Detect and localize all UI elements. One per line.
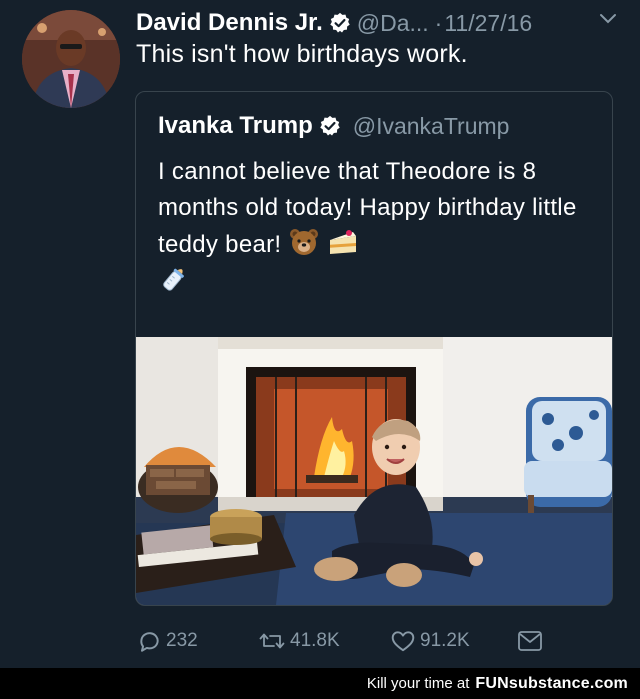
- tweet-date[interactable]: 11/27/16: [444, 10, 532, 37]
- bear-face-emoji-icon: [288, 226, 320, 258]
- quoted-author-handle: @IvankaTrump: [352, 112, 510, 139]
- verified-badge-icon: [329, 12, 351, 34]
- quoted-tweet[interactable]: Ivanka Trump @IvankaTrump I cannot belie…: [135, 91, 613, 606]
- retweet-icon: [259, 633, 285, 649]
- quoted-tweet-photo[interactable]: [136, 337, 612, 605]
- like-button[interactable]: 91.2K: [390, 628, 516, 654]
- reply-icon: [140, 632, 159, 652]
- tweet-actions: 232 41.8K 91.2K: [136, 624, 550, 658]
- tweet-header: David Dennis Jr. @Da... · 11/27/16: [136, 6, 630, 40]
- author-avatar[interactable]: [22, 10, 120, 108]
- fireplace-photo-image: [136, 337, 612, 605]
- quoted-tweet-text: I cannot believe that Theodore is 8 mont…: [158, 154, 598, 300]
- reply-button[interactable]: 232: [136, 628, 258, 654]
- watermark-footer: Kill your time at FUNsubstance.com: [0, 668, 640, 699]
- avatar-image: [22, 10, 120, 108]
- reply-count: 232: [166, 630, 198, 651]
- verified-badge-icon: [319, 115, 341, 137]
- quoted-tweet-header: Ivanka Trump @IvankaTrump: [158, 112, 509, 140]
- quoted-author-name: Ivanka Trump: [158, 112, 313, 139]
- author-name[interactable]: David Dennis Jr.: [136, 9, 323, 37]
- baby-bottle-emoji-icon: [158, 263, 190, 295]
- retweet-button[interactable]: 41.8K: [258, 628, 390, 654]
- quoted-tweet-body: I cannot believe that Theodore is 8 mont…: [158, 158, 577, 258]
- tweet-text: This isn't how birthdays work.: [136, 40, 468, 68]
- watermark-brand[interactable]: FUNsubstance.com: [475, 675, 628, 693]
- author-handle[interactable]: @Da...: [357, 10, 429, 37]
- retweet-count: 41.8K: [290, 630, 340, 651]
- envelope-icon: [518, 631, 542, 651]
- watermark-prefix: Kill your time at: [366, 675, 470, 692]
- like-count: 91.2K: [420, 630, 470, 651]
- direct-message-button[interactable]: [516, 629, 548, 653]
- chevron-down-icon[interactable]: [598, 12, 618, 26]
- header-separator: ·: [434, 9, 443, 36]
- cake-emoji-icon: [327, 226, 359, 258]
- heart-icon: [391, 631, 415, 652]
